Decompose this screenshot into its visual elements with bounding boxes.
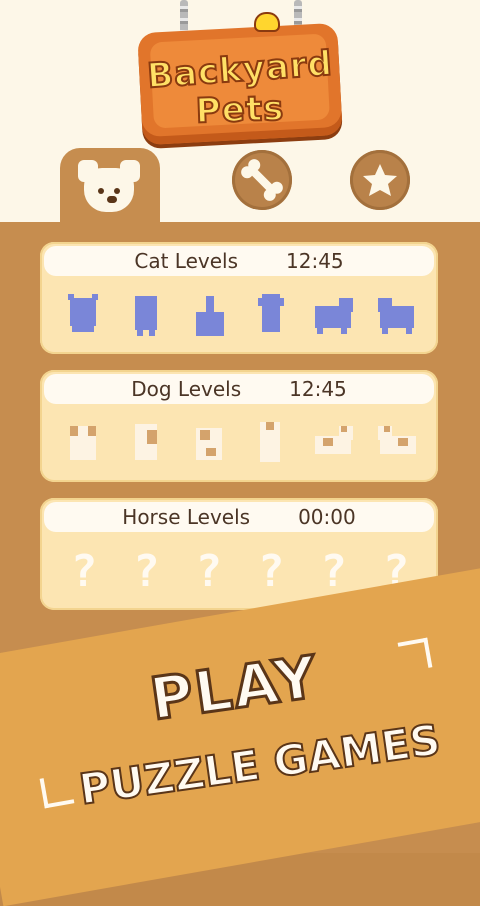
tab-star[interactable]: [350, 150, 410, 210]
cat-icon[interactable]: [248, 292, 294, 340]
star-icon: [363, 164, 397, 196]
level-time: 00:00: [298, 505, 356, 529]
panel-header: Horse Levels 00:00: [44, 502, 434, 532]
level-icons-row: [60, 286, 420, 346]
dog-icon[interactable]: [311, 420, 357, 468]
cat-icon[interactable]: [60, 292, 106, 340]
dog-icon[interactable]: [186, 420, 232, 468]
dog-icon[interactable]: [248, 420, 294, 468]
dog-icon[interactable]: [60, 420, 106, 468]
logo-text-line2: Pets: [194, 87, 286, 132]
corner-bracket-bottom: [39, 773, 75, 809]
tab-pets[interactable]: [60, 148, 160, 224]
locked-level-icon[interactable]: ?: [60, 548, 108, 596]
dog-face-icon: [78, 160, 140, 212]
locked-level-icon[interactable]: ?: [185, 548, 233, 596]
level-panel-cat[interactable]: Cat Levels 12:45: [40, 242, 438, 354]
level-time: 12:45: [289, 377, 347, 401]
dog-icon[interactable]: [374, 420, 420, 468]
level-time: 12:45: [286, 249, 344, 273]
locked-level-icon[interactable]: ?: [310, 548, 358, 596]
panel-header: Cat Levels 12:45: [44, 246, 434, 276]
locked-level-icon[interactable]: ?: [122, 548, 170, 596]
locked-level-icon[interactable]: ?: [247, 548, 295, 596]
level-title: Dog Levels: [131, 377, 242, 401]
level-title: Horse Levels: [122, 505, 251, 529]
tab-bone[interactable]: [232, 150, 292, 210]
panel-header: Dog Levels 12:45: [44, 374, 434, 404]
cat-icon[interactable]: [123, 292, 169, 340]
cat-icon[interactable]: [311, 292, 357, 340]
bone-icon: [241, 159, 283, 201]
level-title: Cat Levels: [134, 249, 238, 273]
corner-bracket-top: [397, 637, 433, 673]
level-icons-row: [60, 414, 420, 474]
dog-icon[interactable]: [123, 420, 169, 468]
level-panel-dog[interactable]: Dog Levels 12:45: [40, 370, 438, 482]
cat-icon[interactable]: [374, 292, 420, 340]
cat-icon[interactable]: [186, 292, 232, 340]
duck-icon: [256, 14, 278, 30]
game-logo: Backyard Pets: [137, 14, 343, 146]
